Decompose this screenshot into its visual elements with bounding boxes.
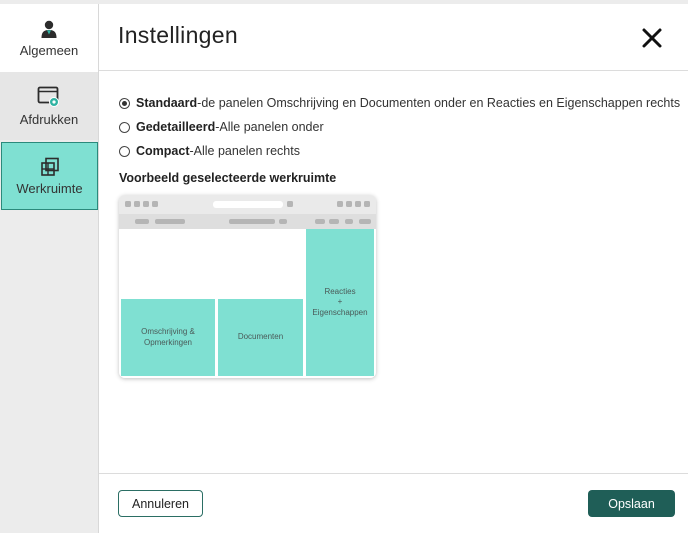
option-name: Gedetailleerd: [136, 120, 216, 134]
option-gedetailleerd[interactable]: Gedetailleerd - Alle panelen onder: [119, 115, 680, 139]
preview-body: Omschrijving & Opmerkingen Documenten Rea…: [119, 229, 376, 378]
cancel-button[interactable]: Annuleren: [118, 490, 203, 517]
option-desc: de panelen Omschrijving en Documenten on…: [201, 96, 681, 110]
option-standaard[interactable]: Standaard - de panelen Omschrijving en Do…: [119, 91, 680, 115]
workspace-options: Standaard - de panelen Omschrijving en Do…: [119, 91, 680, 163]
sidebar-item-werkruimte[interactable]: Werkruimte: [1, 142, 98, 210]
close-icon[interactable]: [640, 26, 664, 50]
panel-label: Eigenschappen: [312, 307, 368, 317]
panel-label: +: [337, 297, 343, 307]
radio-compact[interactable]: [119, 145, 130, 157]
print-settings-icon: [37, 86, 61, 108]
option-name: Compact: [136, 144, 190, 158]
user-icon: [40, 19, 58, 39]
settings-sidebar: Algemeen Afdrukken Werkruimte: [0, 4, 99, 533]
dialog-footer: Annuleren Opslaan: [99, 473, 688, 534]
option-desc: Alle panelen onder: [219, 120, 324, 134]
panel-documenten: Documenten: [218, 299, 303, 376]
sidebar-item-label: Afdrukken: [19, 111, 79, 127]
preview-titlebar: [119, 195, 376, 214]
panel-label: Opmerkingen: [143, 337, 192, 347]
panel-omschrijving: Omschrijving & Opmerkingen: [121, 299, 215, 376]
radio-gedetailleerd[interactable]: [119, 121, 130, 133]
save-button[interactable]: Opslaan: [588, 490, 675, 517]
panel-label: Documenten: [237, 332, 284, 342]
dialog-header: Instellingen: [99, 4, 688, 71]
settings-dialog: Instellingen Standaard - de panelen Omsch…: [99, 4, 688, 533]
sidebar-item-afdrukken[interactable]: Afdrukken: [0, 72, 98, 140]
workspace-preview: Omschrijving & Opmerkingen Documenten Rea…: [119, 195, 376, 378]
panel-reacties: Reacties + Eigenschappen: [306, 229, 374, 376]
option-compact[interactable]: Compact - Alle panelen rechts: [119, 139, 680, 163]
workspace-icon: [40, 157, 60, 177]
panel-label: Reacties: [324, 286, 356, 296]
page-title: Instellingen: [118, 22, 238, 48]
sidebar-item-label: Werkruimte: [16, 180, 83, 196]
preview-title: Voorbeeld geselecteerde werkruimte: [119, 171, 337, 185]
option-name: Standaard: [136, 96, 198, 110]
preview-toolbar: [119, 214, 376, 229]
sidebar-item-label: Algemeen: [19, 42, 79, 58]
option-desc: Alle panelen rechts: [193, 144, 300, 158]
sidebar-item-algemeen[interactable]: Algemeen: [0, 4, 98, 72]
radio-standaard[interactable]: [119, 97, 130, 109]
panel-label: Omschrijving &: [141, 327, 195, 337]
